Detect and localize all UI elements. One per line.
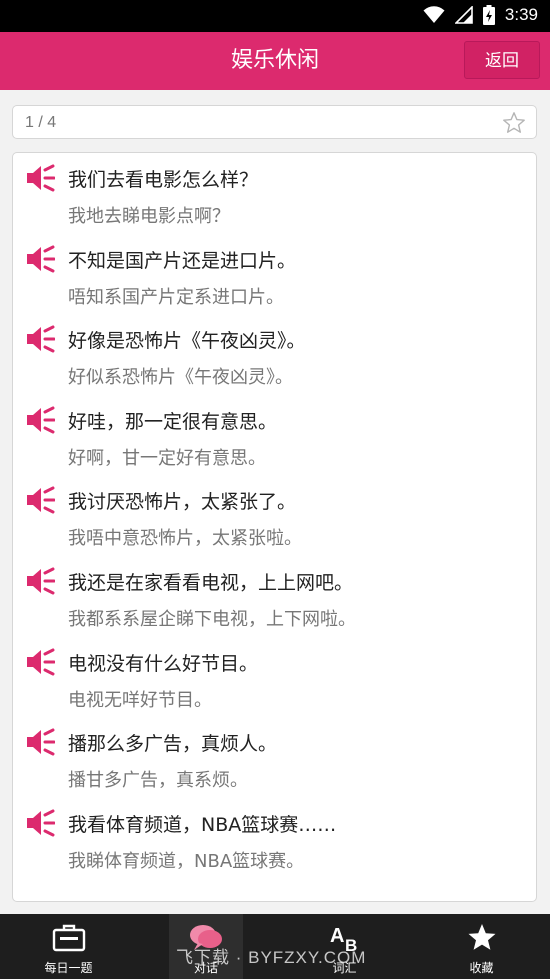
dialogue-item[interactable]: 我讨厌恐怖片，太紧张了。 我唔中意恐怖片，太紧张啦。: [13, 477, 536, 557]
mandarin-sentence: 播那么多广告，真烦人。: [68, 733, 278, 756]
speaker-icon[interactable]: [25, 648, 56, 676]
cantonese-sentence: 播甘多广告，真系烦。: [68, 770, 248, 792]
tab-label: 收藏: [469, 961, 494, 975]
star-icon: [468, 924, 495, 950]
speaker-icon[interactable]: [25, 325, 56, 353]
battery-charging-icon: [482, 5, 495, 25]
speaker-icon[interactable]: [25, 486, 56, 514]
mandarin-sentence: 我讨厌恐怖片，太紧张了。: [68, 491, 297, 514]
pager-bar: 1 / 4: [12, 105, 537, 139]
cantonese-sentence: 我睇体育频道，NBA篮球赛。: [68, 850, 305, 872]
cantonese-sentence: 好啊，甘一定好有意思。: [68, 447, 266, 469]
dialogue-item[interactable]: 电视没有什么好节目。 电视无咩好节目。: [13, 639, 536, 719]
speaker-icon[interactable]: [25, 567, 56, 595]
dialogue-item[interactable]: 我们去看电影怎么样？ 我地去睇电影点啊？: [13, 155, 536, 235]
dialogue-item[interactable]: 我还是在家看看电视，上上网吧。 我都系系屋企睇下电视，上下网啦。: [13, 558, 536, 638]
page-counter: 1 / 4: [25, 114, 57, 131]
mandarin-sentence: 我们去看电影怎么样？: [68, 169, 259, 191]
dialogue-item[interactable]: 好像是恐怖片《午夜凶灵》。 好似系恐怖片《午夜凶灵》。: [13, 316, 536, 396]
cantonese-sentence: 我都系系屋企睇下电视，上下网啦。: [68, 609, 356, 630]
speaker-icon[interactable]: [25, 406, 56, 434]
watermark-text: 飞下载 · BYFZXY.COM: [176, 948, 367, 967]
mandarin-sentence: 我看体育频道，NBA篮球赛……: [68, 813, 337, 836]
mandarin-sentence: 好像是恐怖片《午夜凶灵》。: [68, 330, 306, 353]
cantonese-sentence: 好似系恐怖片《午夜凶灵》。: [68, 367, 293, 389]
cantonese-sentence: 唔知系国产片定系进口片。: [68, 286, 284, 308]
speaker-icon[interactable]: [25, 164, 56, 192]
tab-favorites[interactable]: 收藏: [413, 914, 550, 979]
mandarin-sentence: 不知是国产片还是进口片。: [68, 249, 297, 272]
wifi-icon: [423, 6, 445, 23]
speaker-icon[interactable]: [25, 809, 56, 837]
tab-label: 每日一题: [44, 961, 93, 975]
status-time: 3:39: [504, 5, 538, 24]
signal-icon: [454, 6, 473, 24]
dialogue-item[interactable]: 我看体育频道，NBA篮球赛…… 我睇体育频道，NBA篮球赛。: [13, 800, 536, 880]
status-bar: 3:39: [0, 0, 550, 32]
status-icons: 3:39: [423, 5, 538, 25]
tab-daily-question[interactable]: 每日一题: [0, 914, 137, 979]
dialogue-item[interactable]: 不知是国产片还是进口片。 唔知系国产片定系进口片。: [13, 236, 536, 316]
dialogue-item[interactable]: 好哇，那一定很有意思。 好啊，甘一定好有意思。: [13, 397, 536, 477]
cantonese-sentence: 我地去睇电影点啊？: [68, 206, 230, 227]
favorite-star-icon[interactable]: [502, 111, 526, 135]
mandarin-sentence: 我还是在家看看电视，上上网吧。: [68, 572, 354, 594]
mandarin-sentence: 好哇，那一定很有意思。: [68, 410, 278, 433]
dialogue-item[interactable]: 播那么多广告，真烦人。 播甘多广告，真系烦。: [13, 719, 536, 799]
speaker-icon[interactable]: [25, 245, 56, 273]
app-header: 娱乐休闲 返回: [0, 32, 550, 90]
speaker-icon[interactable]: [25, 728, 56, 756]
mandarin-sentence: 电视没有什么好节目。: [68, 652, 259, 675]
briefcase-icon: [52, 924, 85, 952]
cantonese-sentence: 我唔中意恐怖片，太紧张啦。: [68, 528, 302, 550]
cantonese-sentence: 电视无咩好节目。: [68, 689, 212, 711]
bottom-tab-bar: 每日一题 对话 A B 词汇 收藏 飞下载 · BYFZXY.COM: [0, 914, 550, 979]
back-button[interactable]: 返回: [464, 41, 540, 79]
dialogue-list: 我们去看电影怎么样？ 我地去睇电影点啊？ 不知是国产片还是进口片。 唔知系国产片定系进…: [12, 152, 537, 902]
